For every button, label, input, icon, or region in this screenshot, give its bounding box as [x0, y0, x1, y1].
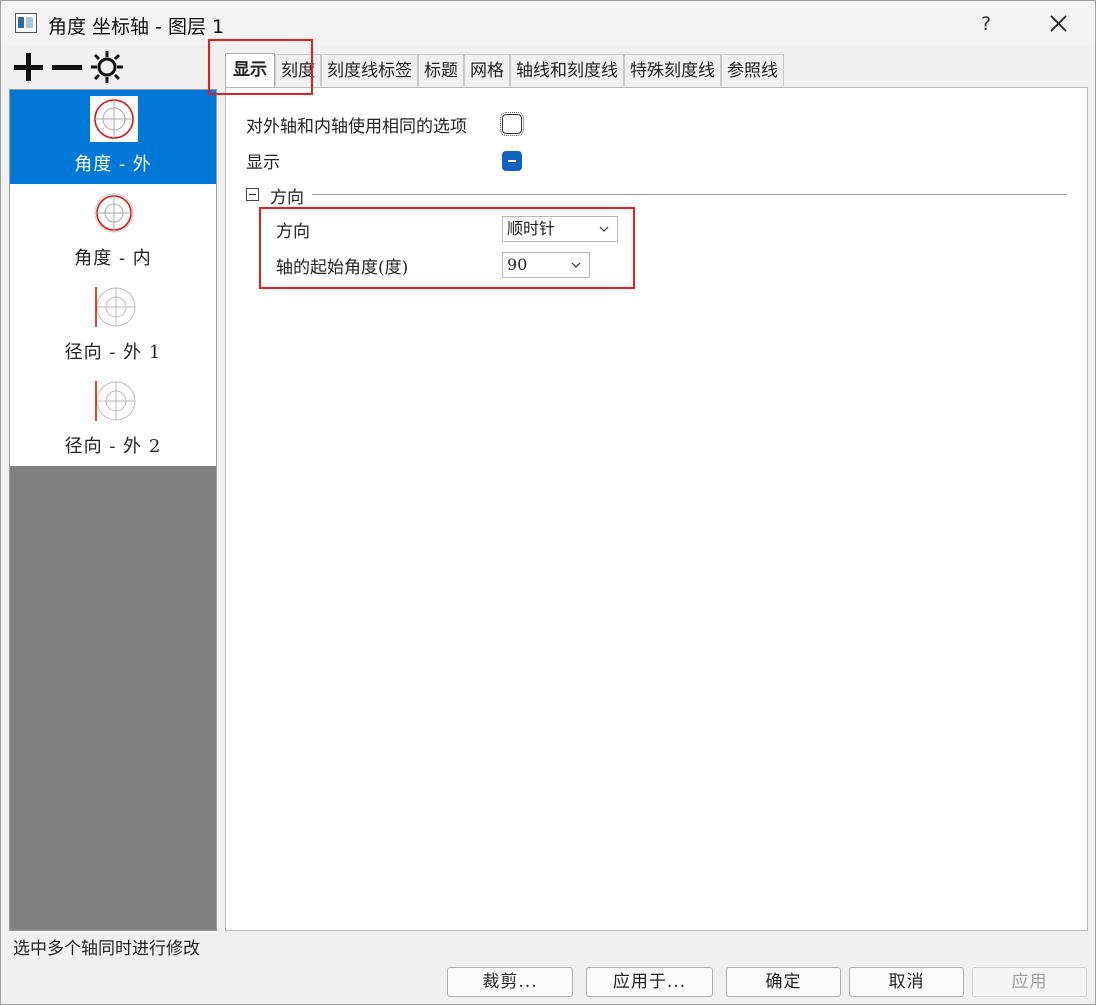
radial-axis-icon: [90, 378, 138, 424]
collapse-group-toggle[interactable]: [246, 188, 259, 201]
close-button[interactable]: [1043, 9, 1073, 39]
tab-line-and-ticks[interactable]: 轴线和刻度线: [510, 54, 624, 86]
app-icon: [15, 13, 37, 33]
axis-item-angular-outer[interactable]: 角度 - 外: [10, 90, 216, 184]
plus-icon: [14, 53, 43, 81]
axis-item-radial-outer-2[interactable]: 径向 - 外 2: [10, 372, 216, 466]
axis-item-label: 角度 - 内: [74, 248, 152, 269]
group-divider: [312, 194, 1066, 195]
tab-grid[interactable]: 网格: [464, 54, 510, 86]
help-button[interactable]: ?: [973, 11, 999, 37]
chevron-down-icon: [599, 226, 609, 232]
angular-axis-icon: [90, 96, 138, 142]
tab-bar: 显示 刻度 刻度线标签 标题 网格 轴线和刻度线 特殊刻度线 参照线: [225, 53, 784, 88]
start-angle-combobox[interactable]: 90: [502, 252, 590, 278]
tab-scale[interactable]: 刻度: [275, 54, 321, 86]
show-checkbox[interactable]: [502, 151, 522, 171]
direction-label: 方向: [276, 222, 310, 242]
start-angle-value: 90: [507, 255, 528, 274]
axis-item-angular-inner[interactable]: 角度 - 内: [10, 184, 216, 278]
window-title: 角度 坐标轴 - 图层 1: [48, 16, 225, 38]
tab-content-panel: 对外轴和内轴使用相同的选项 显示 方向 方向 顺时针 轴的起始角度(度) 90: [225, 87, 1088, 931]
direction-dropdown[interactable]: 顺时针: [502, 216, 618, 242]
minus-icon: [52, 65, 82, 70]
tab-title[interactable]: 标题: [418, 54, 464, 86]
axis-item-radial-outer-1[interactable]: 径向 - 外 1: [10, 278, 216, 372]
ok-button[interactable]: 确定: [726, 967, 841, 997]
apply-button[interactable]: 应用: [972, 967, 1087, 997]
direction-group-label: 方向: [270, 188, 304, 208]
tab-tick-labels[interactable]: 刻度线标签: [321, 54, 418, 86]
status-hint: 选中多个轴同时进行修改: [13, 939, 200, 959]
remove-axis-button[interactable]: [49, 49, 85, 85]
settings-button[interactable]: [89, 49, 125, 85]
tab-special-ticks[interactable]: 特殊刻度线: [624, 54, 721, 86]
crop-button[interactable]: 裁剪...: [447, 967, 573, 997]
tab-display[interactable]: 显示: [225, 53, 275, 88]
axis-list: 角度 - 外 角度 - 内 径向 - 外 1 径向 - 外 2: [10, 90, 216, 466]
same-options-label: 对外轴和内轴使用相同的选项: [246, 117, 467, 137]
apply-to-button[interactable]: 应用于...: [586, 967, 713, 997]
start-angle-label: 轴的起始角度(度): [276, 258, 409, 278]
gear-icon: [91, 51, 123, 83]
cancel-button[interactable]: 取消: [849, 967, 964, 997]
tab-reference-lines[interactable]: 参照线: [721, 54, 784, 86]
axis-item-label: 径向 - 外 1: [64, 342, 162, 363]
show-label: 显示: [246, 153, 280, 173]
axis-item-label: 径向 - 外 2: [64, 436, 162, 457]
title-bar: 角度 坐标轴 - 图层 1 ?: [1, 1, 1095, 45]
direction-dropdown-value: 顺时针: [507, 219, 556, 238]
close-icon: [1050, 15, 1067, 32]
axis-item-label: 角度 - 外: [74, 154, 152, 175]
chevron-down-icon: [571, 262, 581, 268]
same-options-checkbox[interactable]: [500, 112, 524, 136]
angular-axis-icon: [90, 190, 138, 236]
axis-list-panel: 角度 - 外 角度 - 内 径向 - 外 1 径向 - 外 2: [9, 89, 217, 931]
radial-axis-icon: [90, 284, 138, 330]
dialog-window: 角度 坐标轴 - 图层 1 ? 角度 - 外 角度 - 内 径向 - 外 1 径…: [0, 0, 1096, 1005]
add-axis-button[interactable]: [11, 49, 47, 85]
